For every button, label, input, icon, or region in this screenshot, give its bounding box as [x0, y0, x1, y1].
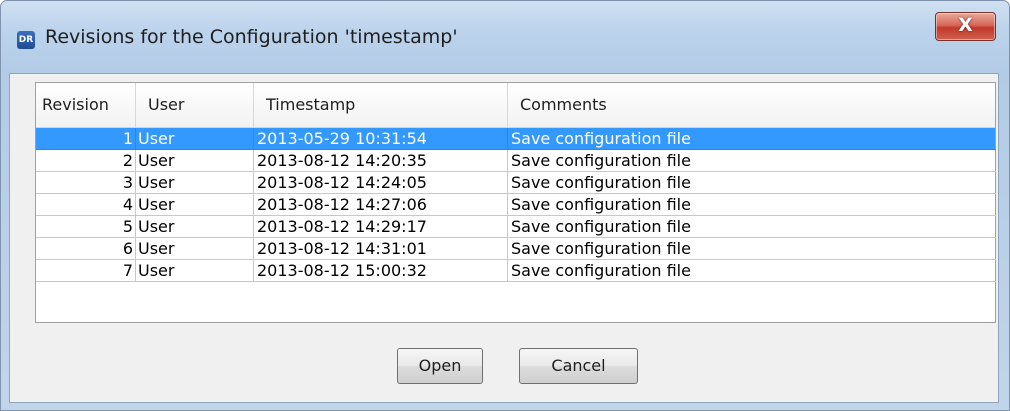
table-row[interactable]: 7 User 2013-08-12 15:00:32 Save configurati… [36, 260, 996, 282]
cell-comment: Save configuration file [508, 150, 996, 172]
cell-comment: Save configuration file [508, 238, 996, 260]
cell-revision: 3 [36, 172, 136, 194]
revisions-table: Revision User Timestamp Comments 1 User 20… [35, 82, 996, 323]
column-header-timestamp[interactable]: Timestamp [254, 83, 508, 127]
column-header-revision[interactable]: Revision [36, 83, 136, 127]
close-icon: X [958, 14, 973, 36]
column-header-comments[interactable]: Comments [508, 83, 996, 127]
cell-user: User [136, 172, 254, 194]
title-bar[interactable]: DR Revisions for the Configuration 'time… [1, 1, 1009, 73]
dialog-content: Revision User Timestamp Comments 1 User 20… [9, 73, 999, 403]
cell-comment: Save configuration file [508, 216, 996, 238]
cell-timestamp: 2013-08-12 14:31:01 [254, 238, 508, 260]
table-row[interactable]: 1 User 2013-05-29 10:31:54 Save configurati… [36, 128, 996, 150]
cell-comment: Save configuration file [508, 194, 996, 216]
cell-timestamp: 2013-08-12 14:29:17 [254, 216, 508, 238]
window-title: Revisions for the Configuration 'timesta… [45, 26, 458, 48]
cell-user: User [136, 216, 254, 238]
cell-comment: Save configuration file [508, 260, 996, 282]
table-row[interactable]: 6 User 2013-08-12 14:31:01 Save configurati… [36, 238, 996, 260]
dr-app-icon: DR [17, 31, 35, 49]
cell-revision: 4 [36, 194, 136, 216]
cancel-button[interactable]: Cancel [519, 348, 638, 384]
cell-user: User [136, 238, 254, 260]
cell-revision: 1 [36, 128, 136, 150]
cell-revision: 6 [36, 238, 136, 260]
table-header: Revision User Timestamp Comments [36, 83, 995, 128]
table-row[interactable]: 3 User 2013-08-12 14:24:05 Save configurati… [36, 172, 996, 194]
open-button[interactable]: Open [397, 348, 483, 384]
cell-timestamp: 2013-08-12 15:00:32 [254, 260, 508, 282]
cell-user: User [136, 128, 254, 150]
cell-timestamp: 2013-08-12 14:24:05 [254, 172, 508, 194]
dialog-window: DR Revisions for the Configuration 'time… [0, 0, 1010, 411]
cell-user: User [136, 260, 254, 282]
cell-timestamp: 2013-08-12 14:27:06 [254, 194, 508, 216]
table-row[interactable]: 2 User 2013-08-12 14:20:35 Save configurati… [36, 150, 996, 172]
cell-revision: 5 [36, 216, 136, 238]
cell-comment: Save configuration file [508, 128, 996, 150]
cell-user: User [136, 194, 254, 216]
cell-comment: Save configuration file [508, 172, 996, 194]
column-header-user[interactable]: User [136, 83, 254, 127]
cell-timestamp: 2013-08-12 14:20:35 [254, 150, 508, 172]
cell-timestamp: 2013-05-29 10:31:54 [254, 128, 508, 150]
table-row[interactable]: 4 User 2013-08-12 14:27:06 Save configurati… [36, 194, 996, 216]
cell-revision: 2 [36, 150, 136, 172]
cell-revision: 7 [36, 260, 136, 282]
cell-user: User [136, 150, 254, 172]
table-row[interactable]: 5 User 2013-08-12 14:29:17 Save configurati… [36, 216, 996, 238]
close-button[interactable]: X [935, 12, 996, 41]
